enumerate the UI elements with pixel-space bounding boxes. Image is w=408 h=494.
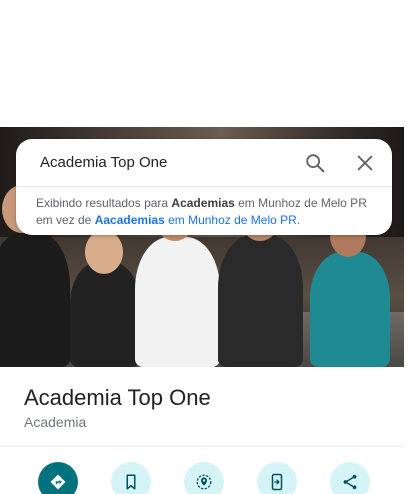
bookmark-icon bbox=[126, 474, 136, 490]
save-button[interactable] bbox=[111, 462, 151, 494]
share-button[interactable] bbox=[330, 462, 370, 494]
place-title: Academia Top One bbox=[24, 385, 211, 410]
nearby-button[interactable] bbox=[184, 462, 224, 494]
corrected-term: Academias bbox=[171, 196, 235, 210]
hint-text: . bbox=[296, 213, 301, 227]
directions-icon bbox=[50, 474, 66, 490]
send-to-phone-icon bbox=[271, 473, 283, 491]
original-search-link[interactable]: Aacademias em Munhoz de Melo PR bbox=[95, 213, 297, 227]
action-bar bbox=[0, 462, 404, 494]
search-box: Academia Top One Exibindo resultados par… bbox=[16, 139, 392, 235]
search-icon[interactable] bbox=[302, 150, 328, 176]
search-input[interactable]: Academia Top One bbox=[40, 153, 167, 173]
send-to-phone-button[interactable] bbox=[257, 462, 297, 494]
divider bbox=[0, 446, 404, 447]
blank-header-area bbox=[0, 0, 408, 127]
share-icon bbox=[343, 474, 357, 490]
place-category: Academia bbox=[24, 414, 87, 430]
nearby-icon bbox=[196, 474, 212, 490]
hint-text: Exibindo resultados para bbox=[36, 196, 172, 210]
close-icon[interactable] bbox=[352, 150, 378, 176]
divider bbox=[16, 186, 392, 187]
directions-button[interactable] bbox=[38, 462, 78, 494]
search-correction-notice: Exibindo resultados para Academias em Mu… bbox=[36, 195, 378, 229]
